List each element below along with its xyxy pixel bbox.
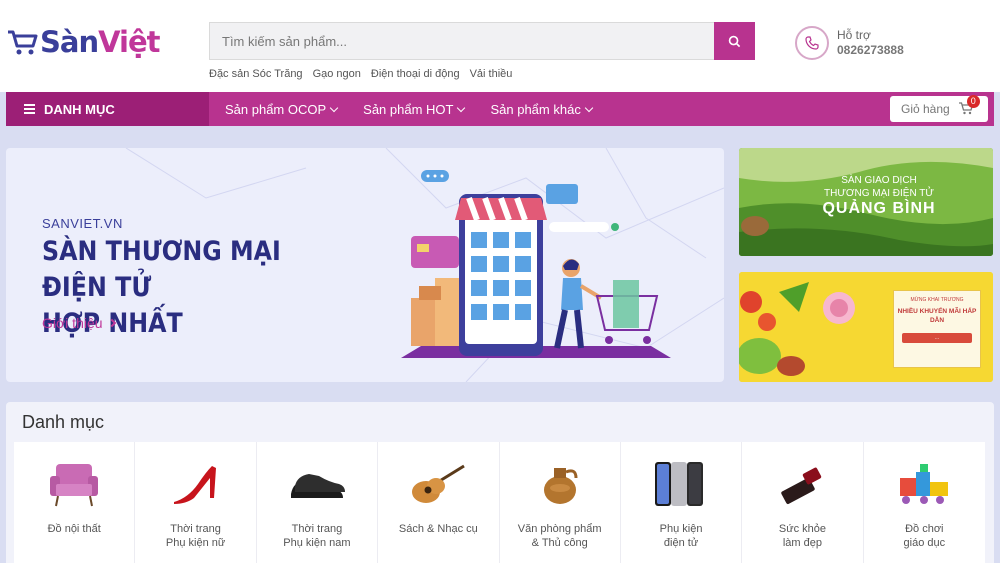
shopping-illustration bbox=[401, 170, 671, 358]
promo-card-tag: ... bbox=[902, 333, 972, 343]
category-label: Đồ chơi giáo dục bbox=[903, 523, 946, 549]
nav-item-label: Sản phẩm OCOP bbox=[225, 101, 327, 117]
cart-count-badge: 0 bbox=[966, 94, 980, 108]
search-bar bbox=[209, 22, 755, 60]
category-section: Danh mục Đồ nội thất Thời trang Phụ kiện… bbox=[6, 402, 994, 563]
chevron-down-icon bbox=[457, 103, 466, 112]
hamburger-icon bbox=[24, 104, 35, 114]
logo-text: SànViệt bbox=[40, 25, 161, 59]
category-label: Thời trang Phụ kiện nam bbox=[283, 523, 351, 549]
category-label: Sức khỏe làm đẹp bbox=[778, 523, 826, 549]
suggestion-link[interactable]: Điện thoại di động bbox=[371, 68, 460, 80]
promo-card-subtitle: MỪNG KHAI TRƯƠNG bbox=[910, 297, 964, 303]
category-label: Đồ nội thất bbox=[47, 523, 101, 535]
banner1-line: SÀN GIAO DỊCH bbox=[841, 175, 917, 186]
site-logo[interactable]: SànViệt bbox=[6, 22, 161, 62]
category-label: Sách & Nhạc cụ bbox=[398, 523, 478, 535]
promo-banner-quang-binh[interactable]: SÀN GIAO DỊCH THƯƠNG MẠI ĐIỆN TỬ QUẢNG B… bbox=[739, 148, 993, 256]
banner1-title: QUẢNG BÌNH bbox=[822, 200, 936, 217]
site-header: SànViệt Đặc sản Sóc Trăng Gạo ngon Điện … bbox=[0, 0, 1000, 92]
high-heel-icon bbox=[166, 456, 226, 512]
phone-icon bbox=[795, 26, 829, 60]
suggestion-link[interactable]: Vải thiều bbox=[470, 68, 513, 80]
search-input[interactable] bbox=[209, 22, 714, 60]
category-grid: Đồ nội thất Thời trang Phụ kiện nữ Thời … bbox=[14, 442, 985, 563]
category-menu-button[interactable]: DANH MỤC bbox=[6, 92, 209, 126]
nav-item-label: Sản phẩm khác bbox=[490, 101, 581, 117]
category-item-health-beauty[interactable]: Sức khỏe làm đẹp bbox=[742, 442, 864, 563]
banner1-text: SÀN GIAO DỊCH THƯƠNG MẠI ĐIỆN TỬ QUẢNG B… bbox=[779, 174, 979, 218]
suggestion-link[interactable]: Đặc sản Sóc Trăng bbox=[209, 68, 303, 80]
category-menu-label: DANH MỤC bbox=[44, 101, 115, 117]
category-item-books-music[interactable]: Sách & Nhạc cụ bbox=[378, 442, 500, 563]
armchair-icon bbox=[44, 456, 104, 512]
nav-item-label: Sản phẩm HOT bbox=[363, 101, 454, 117]
category-section-title: Danh mục bbox=[22, 412, 105, 432]
main-nav: DANH MỤC Sản phẩm OCOP Sản phẩm HOT Sản … bbox=[6, 92, 994, 126]
nav-item-ocop[interactable]: Sản phẩm OCOP bbox=[225, 101, 339, 117]
search-button[interactable] bbox=[714, 22, 755, 60]
nav-item-other[interactable]: Sản phẩm khác bbox=[490, 101, 594, 117]
suggestion-link[interactable]: Gạo ngon bbox=[313, 68, 361, 80]
chevron-down-icon bbox=[329, 103, 339, 112]
cart-label: Giỏ hàng bbox=[901, 102, 950, 116]
category-item-women-fashion[interactable]: Thời trang Phụ kiện nữ bbox=[135, 442, 257, 563]
support-label: Hỗ trợ bbox=[837, 28, 871, 42]
category-label: Phụ kiện điện tử bbox=[659, 523, 703, 549]
category-item-stationery-crafts[interactable]: Văn phòng phẩm & Thủ công bbox=[500, 442, 621, 563]
hero-title-line: SÀN THƯƠNG MẠI ĐIỆN TỬ bbox=[42, 236, 281, 303]
toy-train-icon bbox=[894, 456, 954, 512]
hero-site-name: SANVIET.VN bbox=[42, 216, 123, 231]
category-label: Thời trang Phụ kiện nữ bbox=[165, 523, 226, 549]
cart-logo-icon bbox=[8, 30, 38, 55]
promo-card-title: NHIỀU KHUYẾN MÃI HẤP DẪN bbox=[897, 308, 977, 324]
hero-intro-link[interactable]: Giới thiệu bbox=[42, 315, 116, 331]
promo-card: MỪNG KHAI TRƯƠNG NHIỀU KHUYẾN MÃI HẤP DẪ… bbox=[893, 290, 981, 368]
pottery-icon bbox=[530, 456, 590, 512]
category-label: Văn phòng phẩm & Thủ công bbox=[517, 523, 602, 549]
support-phone: 0826273888 bbox=[837, 43, 904, 57]
nav-item-hot[interactable]: Sản phẩm HOT bbox=[363, 101, 466, 117]
cart-button[interactable]: Giỏ hàng 0 bbox=[890, 94, 988, 122]
lipstick-icon bbox=[772, 456, 832, 512]
support-text: Hỗ trợ 0826273888 bbox=[837, 28, 904, 58]
shopping-cart-icon: 0 bbox=[958, 94, 980, 118]
chevron-down-icon bbox=[584, 103, 594, 112]
hero-banner[interactable]: SANVIET.VN SÀN THƯƠNG MẠI ĐIỆN TỬ HỢP NH… bbox=[6, 148, 724, 382]
category-item-furniture[interactable]: Đồ nội thất bbox=[14, 442, 136, 563]
support-hotline[interactable]: Hỗ trợ 0826273888 bbox=[795, 26, 904, 60]
category-item-electronics[interactable]: Phụ kiện điện tử bbox=[621, 442, 743, 563]
search-icon bbox=[728, 35, 741, 47]
category-item-men-fashion[interactable]: Thời trang Phụ kiện nam bbox=[257, 442, 379, 563]
smartphones-icon bbox=[651, 456, 711, 512]
banner1-line: THƯƠNG MẠI ĐIỆN TỬ bbox=[824, 188, 934, 199]
category-item-educational-toys[interactable]: Đồ chơi giáo dục bbox=[864, 442, 985, 563]
guitar-icon bbox=[408, 456, 468, 512]
promo-banner-grand-opening[interactable]: MỪNG KHAI TRƯƠNG NHIỀU KHUYẾN MÃI HẤP DẪ… bbox=[739, 272, 993, 382]
mens-shoes-icon bbox=[287, 456, 347, 512]
hero-link-label: Giới thiệu bbox=[42, 315, 103, 331]
search-suggestions: Đặc sản Sóc Trăng Gạo ngon Điện thoại di… bbox=[209, 68, 512, 80]
chevron-right-icon bbox=[107, 318, 116, 328]
